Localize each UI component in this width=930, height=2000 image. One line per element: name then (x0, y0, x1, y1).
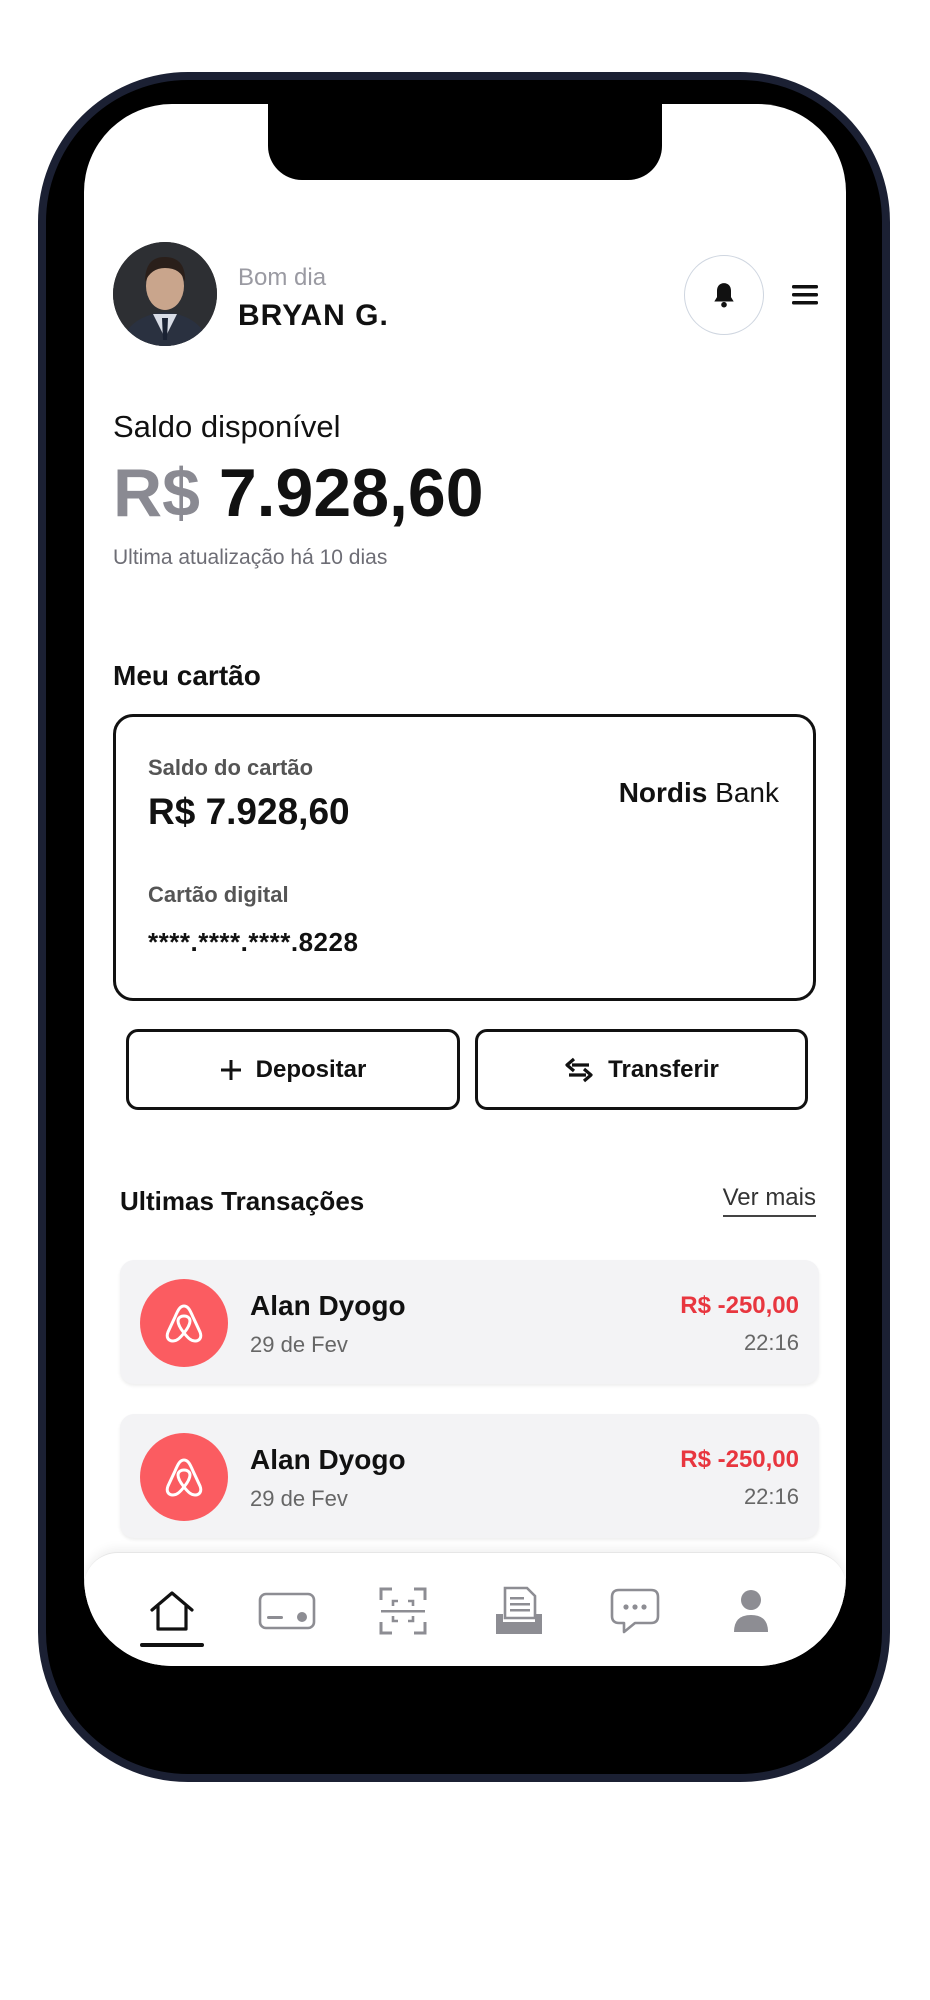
card-balance: R$ 7.928,60 (148, 791, 350, 832)
balance-updated-text: Ultima atualização há 10 dias (113, 546, 388, 569)
notifications-button[interactable] (684, 255, 764, 335)
transaction-time: 22:16 (743, 1484, 799, 1509)
transaction-amount: R$ -250,00 (680, 1446, 799, 1473)
avatar[interactable] (113, 242, 217, 346)
card-panel[interactable]: Saldo do cartão R$ 7.928,60 Nordis Bank … (113, 714, 816, 1001)
transfer-arrows-icon (565, 1057, 593, 1082)
transaction-item[interactable]: Alan Dyogo 29 de Fev R$ -250,00 22:16 (120, 1414, 819, 1538)
balance-label: Saldo disponível (113, 409, 341, 444)
airbnb-icon (140, 1279, 228, 1367)
transaction-date: 29 de Fev (250, 1332, 348, 1357)
bank-name-light: Bank (715, 777, 779, 808)
chat-icon (610, 1588, 660, 1634)
balance-value: 7.928,60 (218, 455, 484, 531)
transaction-name: Alan Dyogo (250, 1444, 406, 1475)
plus-icon (220, 1059, 241, 1080)
nav-home[interactable] (139, 1581, 205, 1641)
transactions-title: Ultimas Transações (120, 1186, 365, 1216)
bank-logo: Nordis Bank (619, 777, 779, 809)
card-section-title: Meu cartão (113, 660, 261, 691)
nav-cards[interactable] (254, 1581, 320, 1641)
deposit-label: Depositar (255, 1055, 367, 1083)
digital-card-label: Cartão digital (148, 882, 289, 907)
home-icon (150, 1591, 194, 1631)
bell-icon (714, 283, 734, 308)
airbnb-icon (140, 1433, 228, 1521)
bank-name-bold: Nordis (618, 777, 708, 808)
phone-notch (268, 104, 662, 180)
hamburger-icon (792, 285, 818, 305)
transaction-amount: R$ -250,00 (680, 1292, 799, 1319)
nav-statement[interactable] (486, 1581, 552, 1641)
menu-button[interactable] (790, 282, 820, 308)
transaction-date: 29 de Fev (250, 1486, 348, 1511)
transaction-item[interactable]: Alan Dyogo 29 de Fev R$ -250,00 22:16 (120, 1260, 819, 1384)
nav-active-indicator (140, 1643, 204, 1647)
statement-icon (496, 1586, 542, 1634)
see-more-link[interactable]: Ver mais (722, 1184, 816, 1217)
greeting-text: Bom dia (238, 264, 327, 291)
scan-icon (379, 1587, 427, 1635)
balance-currency: R$ (113, 455, 200, 531)
bottom-nav (84, 1552, 846, 1666)
deposit-button[interactable]: Depositar (126, 1029, 460, 1110)
card-balance-label: Saldo do cartão (148, 755, 314, 780)
nav-chat[interactable] (602, 1581, 668, 1641)
card-icon (258, 1592, 316, 1630)
transaction-time: 22:16 (743, 1330, 799, 1355)
nav-profile[interactable] (718, 1581, 784, 1641)
balance-amount: R$ 7.928,60 (113, 454, 484, 532)
profile-icon (734, 1590, 768, 1632)
transfer-label: Transferir (608, 1055, 719, 1083)
app-screen: Bom dia BRYAN G. Saldo disponível R$ 7.9… (84, 104, 846, 1666)
nav-scan[interactable] (370, 1581, 436, 1641)
user-name: BRYAN G. (238, 299, 389, 332)
transaction-name: Alan Dyogo (250, 1290, 406, 1321)
transfer-button[interactable]: Transferir (475, 1029, 808, 1110)
card-number: ****.****.****.8228 (148, 927, 359, 957)
